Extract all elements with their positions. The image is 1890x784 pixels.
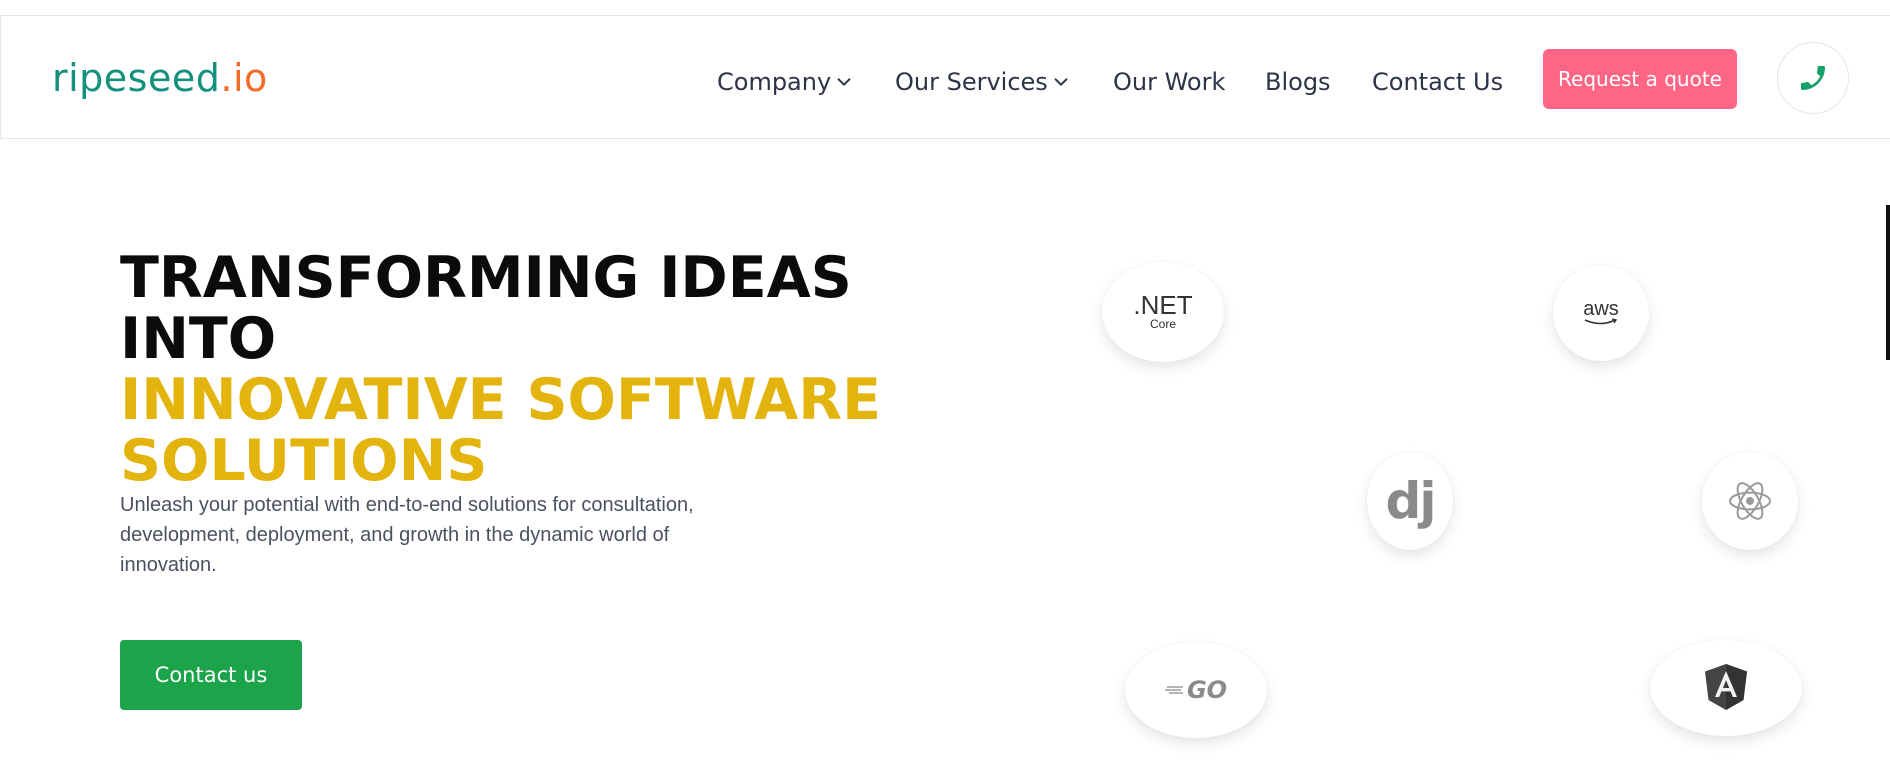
logo-tld: io [232,56,268,100]
contact-us-button[interactable]: Contact us [120,640,302,710]
chevron-down-icon [1054,78,1068,86]
hero-title: TRANSFORMING IDEAS INTO INNOVATIVE SOFTW… [120,248,1020,492]
hero-description: Unleash your potential with end-to-end s… [120,494,694,576]
nav-item-company-label: Company [717,68,832,96]
aws-logo: aws [1553,265,1649,361]
go-label: GO [1186,676,1228,704]
request-quote-button[interactable]: Request a quote [1543,49,1737,109]
angular-logo [1650,640,1802,736]
dotnet-sub-label: Core [1149,317,1176,331]
hero-title-line3: SOLUTIONS [120,428,488,494]
django-label: dj [1385,472,1437,530]
chevron-down-icon [837,78,851,86]
nav-item-our-services-label: Our Services [895,68,1048,96]
logo-dot: . [220,56,233,100]
nav-item-our-services[interactable]: Our Services [895,62,1070,102]
nav-item-contact-us[interactable]: Contact Us [1372,62,1503,102]
phone-button[interactable] [1777,42,1849,114]
nav-item-contact-us-label: Contact Us [1372,68,1504,96]
logo[interactable]: ripeseed.io [52,56,268,100]
nav-item-blogs-label: Blogs [1265,68,1331,96]
go-mark: GO [1164,676,1228,704]
nav-item-company[interactable]: Company [717,62,853,102]
nav-item-our-work-label: Our Work [1113,68,1226,96]
site-header: ripeseed.io Company Our Services Our Wor… [0,15,1890,139]
go-logo: GO [1125,642,1267,738]
go-speed-lines-icon [1164,686,1183,694]
react-logo [1702,452,1798,550]
hero-title-line1: TRANSFORMING IDEAS INTO [120,245,852,372]
nav-item-our-work[interactable]: Our Work [1113,62,1225,102]
dotnet-label: .NET [1133,290,1193,320]
django-logo: dj [1367,452,1453,550]
react-icon [1729,482,1771,520]
aws-label: aws [1583,298,1619,320]
angular-icon [1705,664,1747,710]
hero-title-line2: INNOVATIVE SOFTWARE [120,367,882,433]
scrollbar-edge[interactable] [1886,205,1890,360]
phone-icon [1801,66,1825,90]
aws-smile-icon [1584,318,1618,325]
dotnet-core-logo: .NET Core [1102,262,1224,362]
nav-item-blogs[interactable]: Blogs [1265,62,1331,102]
logo-brand: ripeseed [52,56,221,100]
